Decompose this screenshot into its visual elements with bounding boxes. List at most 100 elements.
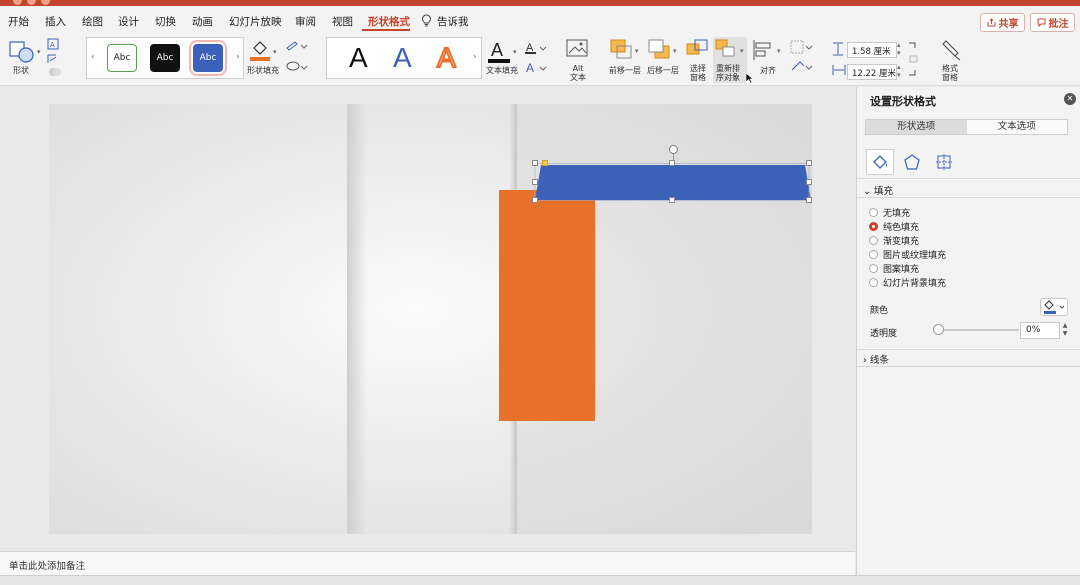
style-black-fill[interactable]: Abc [150,44,180,72]
alt-text-icon[interactable] [566,39,590,61]
fill-section-header[interactable]: ⌄ 填充 [863,183,893,197]
orange-rectangle-shape[interactable] [499,190,595,421]
close-window-icon[interactable] [13,0,22,5]
minimize-window-icon[interactable] [27,0,36,5]
fill-option-none[interactable]: 无填充 [869,206,910,219]
radio-button[interactable] [869,264,878,273]
gallery-prev-icon[interactable]: ‹ [91,52,95,62]
tab-insert[interactable]: 插入 [45,14,66,29]
fill-color-picker[interactable] [1040,298,1068,316]
tab-slideshow[interactable]: 幻灯片放映 [229,14,282,29]
group-rotate-icon[interactable] [790,40,814,74]
shapes-icon[interactable] [9,40,35,64]
tab-shape-format[interactable]: 形状格式 [368,14,410,29]
tab-shape-options[interactable]: 形状选项 [866,120,967,134]
radio-button-selected[interactable] [869,222,878,231]
style-blue-fill[interactable]: Abc [189,40,227,76]
fill-option-solid[interactable]: 纯色填充 [869,220,919,233]
resize-handle-top-left[interactable] [532,160,538,166]
bring-forward-icon[interactable] [610,39,634,61]
slide-editing-area[interactable] [0,87,855,551]
fill-option-label: 渐变填充 [883,237,920,247]
resize-handle-bottom-left[interactable] [532,197,538,203]
slide-canvas[interactable] [49,104,812,534]
tab-home[interactable]: 开始 [8,14,29,29]
notes-pane[interactable]: 单击此处添加备注 [0,551,855,575]
resize-handle-bottom[interactable] [669,197,675,203]
line-section-header[interactable]: › 线条 [863,352,889,366]
paint-bucket-icon [1044,300,1065,314]
close-icon[interactable]: ✕ [1064,93,1076,105]
fill-option-pattern[interactable]: 图案填充 [869,262,919,275]
adjust-handle[interactable] [542,160,548,166]
rotation-handle[interactable] [669,145,678,154]
chevron-down-icon[interactable]: ▾ [673,47,677,55]
pane-options-toggle: 形状选项 文本选项 [865,119,1068,135]
status-bar [0,575,1080,585]
shape-outline-effects-icon[interactable] [285,40,311,74]
radio-button[interactable] [869,208,878,217]
chevron-down-icon[interactable]: ▾ [37,48,41,56]
text-outline-effects-icon[interactable]: A A [524,40,548,76]
fill-option-label: 纯色填充 [883,223,920,233]
format-pane-icon[interactable] [940,39,964,61]
chevron-down-icon[interactable]: ▾ [777,47,781,55]
width-stepper-icon[interactable]: ▴ ▾ [897,63,901,79]
chevron-down-icon: ▾ [740,47,744,55]
chevron-down-icon[interactable]: ▾ [513,48,517,56]
style-outline-green[interactable]: Abc [107,44,137,72]
fill-option-slide-background[interactable]: 幻灯片背景填充 [869,276,946,289]
align-icon[interactable] [752,39,776,61]
resize-handle-bottom-right[interactable] [806,197,812,203]
tab-view[interactable]: 视图 [332,14,353,29]
gallery-next-icon[interactable]: › [236,52,240,62]
height-input[interactable]: 1.58 厘米 [847,42,897,58]
transparency-stepper[interactable]: ▲ ▼ [1061,322,1069,339]
edit-shape-icon[interactable]: A [47,38,73,78]
radio-button[interactable] [869,250,878,259]
lock-aspect-icon[interactable] [907,42,919,76]
transparency-slider-handle[interactable] [933,324,944,335]
transparency-slider-track[interactable] [939,329,1019,331]
wordart-black[interactable]: A [349,43,368,73]
zoom-window-icon[interactable] [41,0,50,5]
resize-handle-top[interactable] [669,160,675,166]
fill-line-category[interactable] [866,149,894,175]
height-stepper-icon[interactable]: ▴ ▾ [897,41,901,57]
tab-review[interactable]: 审阅 [295,14,316,29]
resize-handle-top-right[interactable] [806,160,812,166]
pane-category-icons [857,145,1080,179]
lightbulb-icon [421,14,432,27]
radio-button[interactable] [869,236,878,245]
resize-handle-left[interactable] [532,179,538,185]
tab-draw[interactable]: 绘图 [82,14,103,29]
selection-pane-icon[interactable] [686,39,710,61]
fill-option-gradient[interactable]: 渐变填充 [869,234,919,247]
blue-trapezoid-shape[interactable] [533,163,812,201]
share-button[interactable]: 共享 [980,13,1025,32]
fill-option-picture[interactable]: 图片或纹理填充 [869,248,946,261]
resize-handle-right[interactable] [806,179,812,185]
comment-icon [1037,18,1045,27]
comments-button[interactable]: 批注 [1030,13,1075,32]
tab-animations[interactable]: 动画 [192,14,213,29]
transparency-input[interactable]: 0% [1020,322,1060,339]
chevron-down-icon[interactable]: ▾ [635,47,639,55]
tab-text-options[interactable]: 文本选项 [967,120,1068,134]
tab-transitions[interactable]: 切换 [155,14,176,29]
tab-design[interactable]: 设计 [118,14,139,29]
size-properties-category[interactable] [930,149,958,175]
chevron-down-icon[interactable]: ▾ [273,48,277,56]
shape-label: 形状 [13,66,29,75]
tell-me-search[interactable]: 告诉我 [437,14,469,29]
send-backward-icon[interactable] [648,39,672,61]
gallery-next-icon[interactable]: › [473,52,477,62]
divider [857,197,1080,198]
wordart-orange-outline[interactable]: A [436,42,457,74]
text-fill-icon[interactable]: A [487,38,511,64]
width-input[interactable]: 12.22 厘米 [847,64,897,80]
wordart-blue[interactable]: A [393,43,412,73]
paint-bucket-icon[interactable] [248,38,272,62]
effects-category[interactable] [898,149,926,175]
radio-button[interactable] [869,278,878,287]
